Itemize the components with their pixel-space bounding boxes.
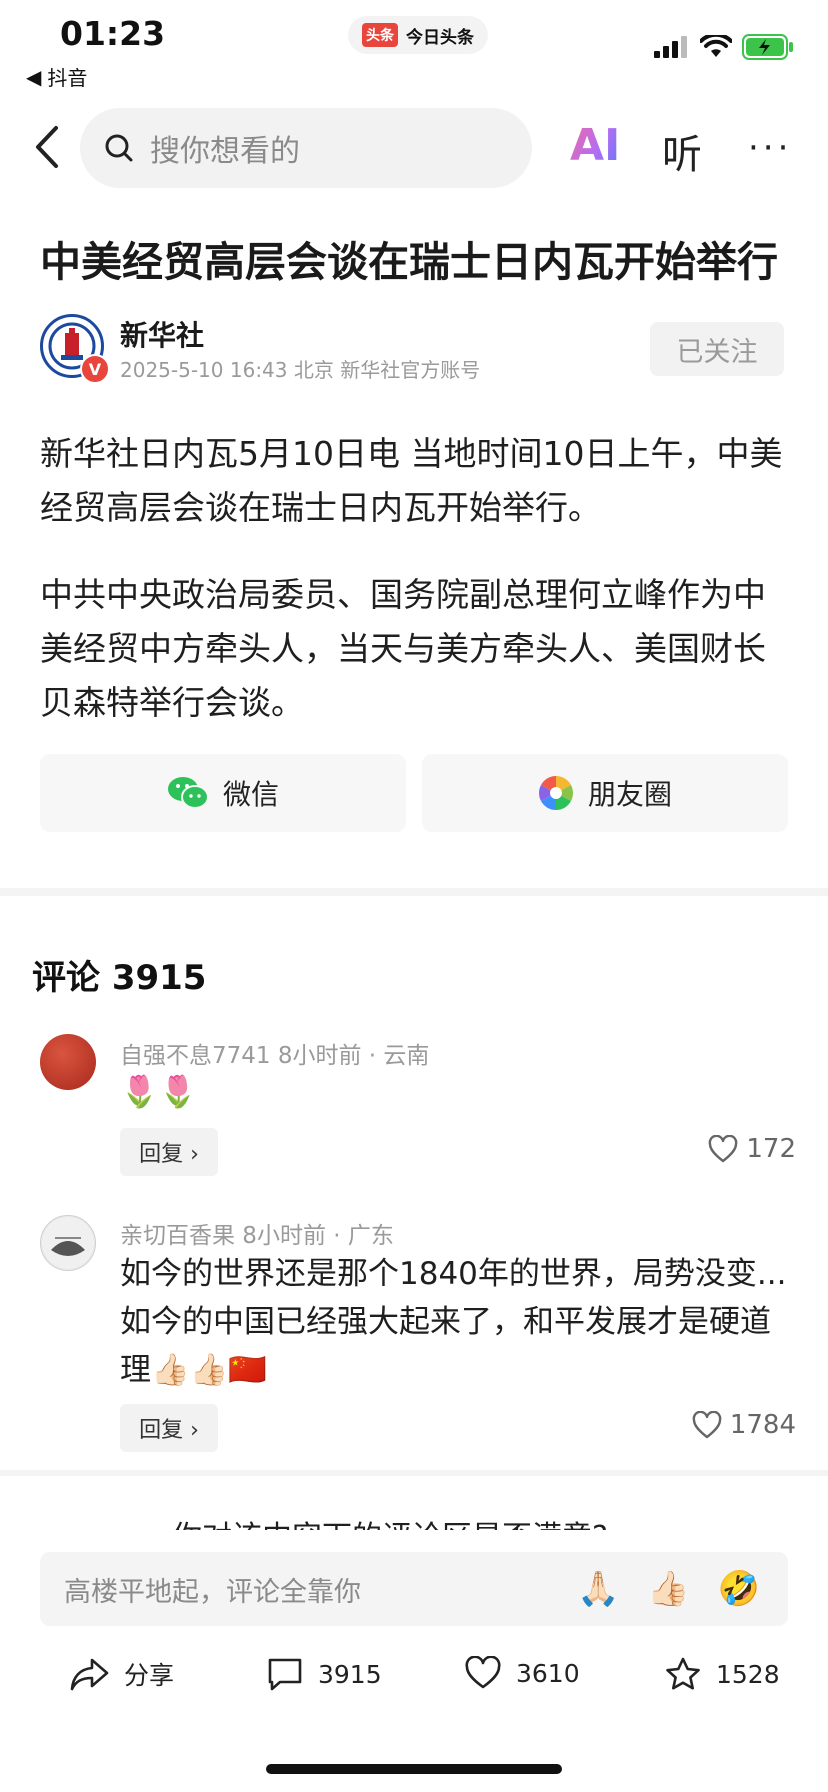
- author-name[interactable]: 新华社: [120, 314, 204, 354]
- listen-button[interactable]: 听: [662, 122, 702, 180]
- comment-meta: 亲切百香果 8小时前 · 广东: [120, 1223, 394, 1249]
- comment-text: 如今的世界还是那个1840年的世界，局势没变...如今的中国已经强大起来了，和平…: [120, 1256, 787, 1388]
- like-action[interactable]: 3610: [464, 1656, 580, 1690]
- signal-icon: [654, 36, 687, 58]
- comment-input-placeholder: 高楼平地起，评论全靠你: [64, 1576, 361, 1608]
- comment-action-count: 3915: [318, 1659, 382, 1689]
- like-action-count: 3610: [516, 1658, 580, 1688]
- app-badge: 头条 今日头条: [348, 16, 488, 54]
- heart-icon: [692, 1411, 722, 1439]
- share-wechat-button[interactable]: 微信: [40, 754, 406, 832]
- comment-meta: 自强不息7741 8小时前 · 云南: [120, 1043, 430, 1069]
- share-action-label: 分享: [124, 1661, 175, 1690]
- avatar-image-icon: [42, 1217, 94, 1269]
- comments-header: 评论 3915: [32, 958, 207, 998]
- comment-like-button[interactable]: 172: [708, 1134, 796, 1164]
- emoji-laugh-button[interactable]: 🤣: [718, 1569, 760, 1609]
- comment-input[interactable]: 高楼平地起，评论全靠你 🙏🏻 👍🏻 🤣: [40, 1552, 788, 1626]
- back-to-app[interactable]: ◀ 抖音: [26, 62, 87, 91]
- ai-button[interactable]: AI: [570, 120, 620, 171]
- search-placeholder: 搜你想看的: [150, 134, 300, 169]
- favorite-action[interactable]: 1528: [664, 1656, 780, 1692]
- star-icon: [666, 1657, 700, 1690]
- reply-button[interactable]: 回复 ›: [120, 1404, 218, 1452]
- emoji-thumbs-up-button[interactable]: 👍🏻: [647, 1569, 689, 1609]
- back-app-label: 抖音: [47, 66, 88, 90]
- status-time: 01:23: [60, 14, 166, 53]
- reply-button[interactable]: 回复 ›: [120, 1128, 218, 1176]
- article-paragraph: 新华社日内瓦5月10日电 当地时间10日上午，中美经贸高层会谈在瑞士日内瓦开始举…: [40, 434, 783, 527]
- verified-badge: V: [80, 354, 110, 384]
- share-arrow-icon: [70, 1658, 109, 1691]
- wechat-icon: [167, 777, 209, 809]
- back-arrow-icon[interactable]: [30, 124, 66, 170]
- share-moments-button[interactable]: 朋友圈: [422, 754, 788, 832]
- article-paragraph: 中共中央政治局委员、国务院副总理何立峰作为中美经贸中方牵头人，当天与美方牵头人、…: [40, 575, 766, 722]
- search-bar[interactable]: 搜你想看的: [80, 108, 532, 188]
- app-badge-name: 今日头条: [406, 27, 474, 48]
- favorite-action-count: 1528: [716, 1659, 780, 1689]
- article-meta: 2025-5-10 16:43 北京 新华社官方账号: [120, 358, 481, 382]
- share-action[interactable]: 分享: [70, 1656, 174, 1692]
- comment-like-count: 172: [746, 1134, 796, 1164]
- comment-like-count: 1784: [729, 1410, 796, 1440]
- section-divider: [0, 1470, 828, 1476]
- home-indicator[interactable]: [266, 1764, 562, 1774]
- comment-avatar[interactable]: [40, 1215, 96, 1271]
- comment-action[interactable]: 3915: [266, 1656, 382, 1692]
- emoji-pray-button[interactable]: 🙏🏻: [577, 1569, 619, 1609]
- comment-text: 🌷🌷: [120, 1074, 198, 1110]
- wifi-icon: [700, 35, 732, 57]
- section-divider: [0, 888, 828, 896]
- heart-icon: [709, 1135, 738, 1163]
- moments-icon: [538, 776, 573, 810]
- share-wechat-label: 微信: [222, 778, 279, 811]
- system-icons: [654, 34, 794, 60]
- share-moments-label: 朋友圈: [587, 778, 672, 811]
- app-badge-tag: 头条: [362, 23, 398, 47]
- comment-avatar[interactable]: [40, 1034, 96, 1090]
- comment-like-button[interactable]: 1784: [692, 1410, 796, 1440]
- back-triangle-icon: ◀: [26, 64, 42, 89]
- more-menu-button[interactable]: ···: [748, 128, 792, 168]
- follow-button[interactable]: 已关注: [650, 322, 784, 376]
- comment-bubble-icon: [268, 1658, 302, 1691]
- article-title: 中美经贸高层会谈在瑞士日内瓦开始举行: [40, 238, 778, 286]
- search-icon: [105, 134, 133, 162]
- heart-icon: [465, 1656, 501, 1689]
- battery-icon: [742, 34, 793, 60]
